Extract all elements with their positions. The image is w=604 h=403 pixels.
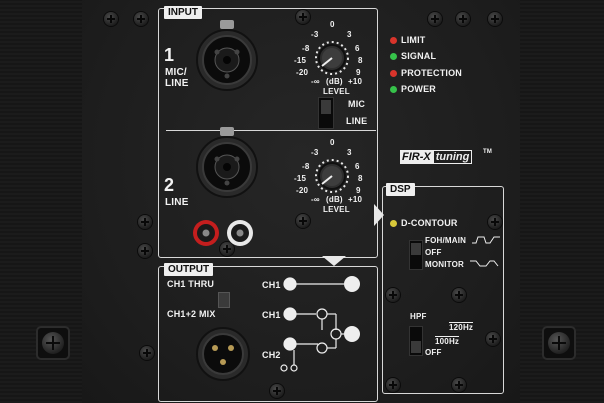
dsp-arrow-icon bbox=[374, 204, 384, 226]
panel-screw-icon bbox=[138, 215, 152, 229]
ch1-level-tick-r4: +10 bbox=[348, 77, 363, 86]
logo-trademark: TM bbox=[483, 149, 493, 155]
ch2-level-tick-r4: +10 bbox=[348, 195, 363, 204]
panel-screw-icon bbox=[456, 12, 470, 26]
ch1-label: MIC/ LINE bbox=[165, 67, 189, 89]
ch2-level-tick-l1: -8 bbox=[302, 162, 310, 171]
d-contour-switch[interactable] bbox=[409, 240, 423, 270]
cabinet-screw-icon bbox=[542, 326, 576, 360]
panel-screw-icon bbox=[140, 346, 154, 360]
d-contour-switch-toggle[interactable] bbox=[411, 243, 421, 255]
signal-led-icon bbox=[390, 53, 397, 60]
ch1-level-label: LEVEL bbox=[323, 87, 350, 96]
d-contour-label: D-CONTOUR bbox=[401, 218, 458, 228]
d-contour-led-icon bbox=[390, 220, 397, 227]
output-routing-diagram bbox=[280, 276, 360, 372]
xlr-output-jack-icon[interactable] bbox=[195, 326, 255, 386]
power-label: POWER bbox=[401, 84, 437, 94]
ch1-level-tick-l4: -∞ bbox=[311, 77, 320, 86]
d-contour-off-label: OFF bbox=[425, 248, 442, 257]
ch2-level-unit: (dB) bbox=[326, 195, 343, 204]
ch1-level-unit: (dB) bbox=[326, 77, 343, 86]
ch2-label: LINE bbox=[165, 197, 189, 208]
ch2-combo-jack-icon[interactable] bbox=[195, 123, 265, 198]
ch1-level-tick-l2: -15 bbox=[294, 56, 307, 65]
ch1-level-tick-r1: 6 bbox=[355, 44, 360, 53]
ch2-level-tick-l2: -15 bbox=[294, 174, 307, 183]
output-section-label: OUTPUT bbox=[164, 263, 214, 276]
hpf-label: HPF bbox=[410, 312, 427, 321]
output-arrow-icon bbox=[322, 256, 346, 266]
line-switch-label: LINE bbox=[346, 116, 368, 126]
monitor-curve-icon bbox=[470, 260, 499, 267]
d-contour-monitor-label: MONITOR bbox=[425, 260, 465, 269]
ch1-2-mix-label: CH1+2 MIX bbox=[167, 309, 216, 319]
left-cabinet-edge bbox=[0, 0, 82, 403]
ch1-thru-label: CH1 THRU bbox=[167, 279, 215, 289]
output-select-switch[interactable] bbox=[218, 292, 230, 308]
ch1-combo-jack-icon[interactable] bbox=[195, 16, 265, 91]
ch1-level-tick-l1: -8 bbox=[302, 44, 310, 53]
ch2-level-tick-l0: -3 bbox=[311, 148, 319, 157]
ch2-number: 2 bbox=[164, 175, 175, 195]
logo-left-text: FIR-X bbox=[400, 150, 433, 164]
ch1-level-knob-icon[interactable] bbox=[314, 40, 350, 76]
ch1-level-tick-r2: 8 bbox=[358, 56, 363, 65]
ch2-level-tick-l4: -∞ bbox=[311, 195, 320, 204]
ch2-level-tick-r0: 3 bbox=[347, 148, 352, 157]
panel-screw-icon bbox=[104, 12, 118, 26]
ch1-level-tick-r0: 3 bbox=[347, 30, 352, 39]
ch2-level-knob-icon[interactable] bbox=[314, 158, 350, 194]
fir-x-tuning-logo: FIR-X tuning bbox=[400, 150, 473, 164]
diagram-ch2-mix-label: CH2 bbox=[262, 350, 281, 360]
power-led-icon bbox=[390, 86, 397, 93]
ch1-level-tick-top: 0 bbox=[330, 20, 335, 29]
ch1-level-tick-l3: -20 bbox=[296, 68, 309, 77]
signal-label: SIGNAL bbox=[401, 51, 437, 61]
d-contour-foh-label: FOH/MAIN bbox=[425, 236, 467, 245]
ch1-number: 1 bbox=[164, 45, 175, 65]
ch1-level-tick-l0: -3 bbox=[311, 30, 319, 39]
ch2-level-label: LEVEL bbox=[323, 205, 350, 214]
right-cabinet-edge bbox=[520, 0, 604, 403]
diagram-ch1-mix-label: CH1 bbox=[262, 310, 281, 320]
ch2-level-tick-l3: -20 bbox=[296, 186, 309, 195]
ch1-level-tick-r3: 9 bbox=[356, 68, 361, 77]
ch2-level-tick-r2: 8 bbox=[358, 174, 363, 183]
panel-screw-icon bbox=[428, 12, 442, 26]
hpf-switch[interactable] bbox=[409, 326, 423, 356]
ch1-label-line1: MIC/ bbox=[165, 67, 187, 78]
hpf-switch-toggle[interactable] bbox=[411, 341, 421, 353]
ch1-label-line2: LINE bbox=[165, 78, 189, 89]
limit-label: LIMIT bbox=[401, 35, 426, 45]
mic-switch-label: MIC bbox=[348, 99, 366, 109]
panel-screw-icon bbox=[134, 12, 148, 26]
ch2-level-tick-r1: 6 bbox=[355, 162, 360, 171]
panel-screw-icon bbox=[488, 12, 502, 26]
logo-right-text: tuning bbox=[432, 150, 473, 164]
dsp-section-label: DSP bbox=[386, 183, 415, 196]
cabinet-screw-icon bbox=[36, 326, 70, 360]
ch2-level-tick-top: 0 bbox=[330, 138, 335, 147]
ch2-level-tick-r3: 9 bbox=[356, 186, 361, 195]
hpf-off-label: OFF bbox=[425, 348, 442, 357]
panel-screw-icon bbox=[138, 244, 152, 258]
foh-curve-icon bbox=[472, 236, 500, 244]
limit-led-icon bbox=[390, 37, 397, 44]
hpf-120hz-label: 120Hz bbox=[449, 322, 474, 332]
diagram-ch1-top-label: CH1 bbox=[262, 280, 281, 290]
speaker-rear-panel: INPUT 1 MIC/ LINE 0 -3 -8 -15 -20 -∞ 3 6… bbox=[0, 0, 604, 403]
mic-line-switch[interactable] bbox=[318, 97, 334, 129]
hpf-100hz-label: 100Hz bbox=[435, 336, 460, 346]
protection-label: PROTECTION bbox=[401, 68, 463, 78]
rca-jacks bbox=[193, 220, 253, 246]
protection-led-icon bbox=[390, 70, 397, 77]
mic-line-switch-toggle[interactable] bbox=[321, 100, 331, 114]
